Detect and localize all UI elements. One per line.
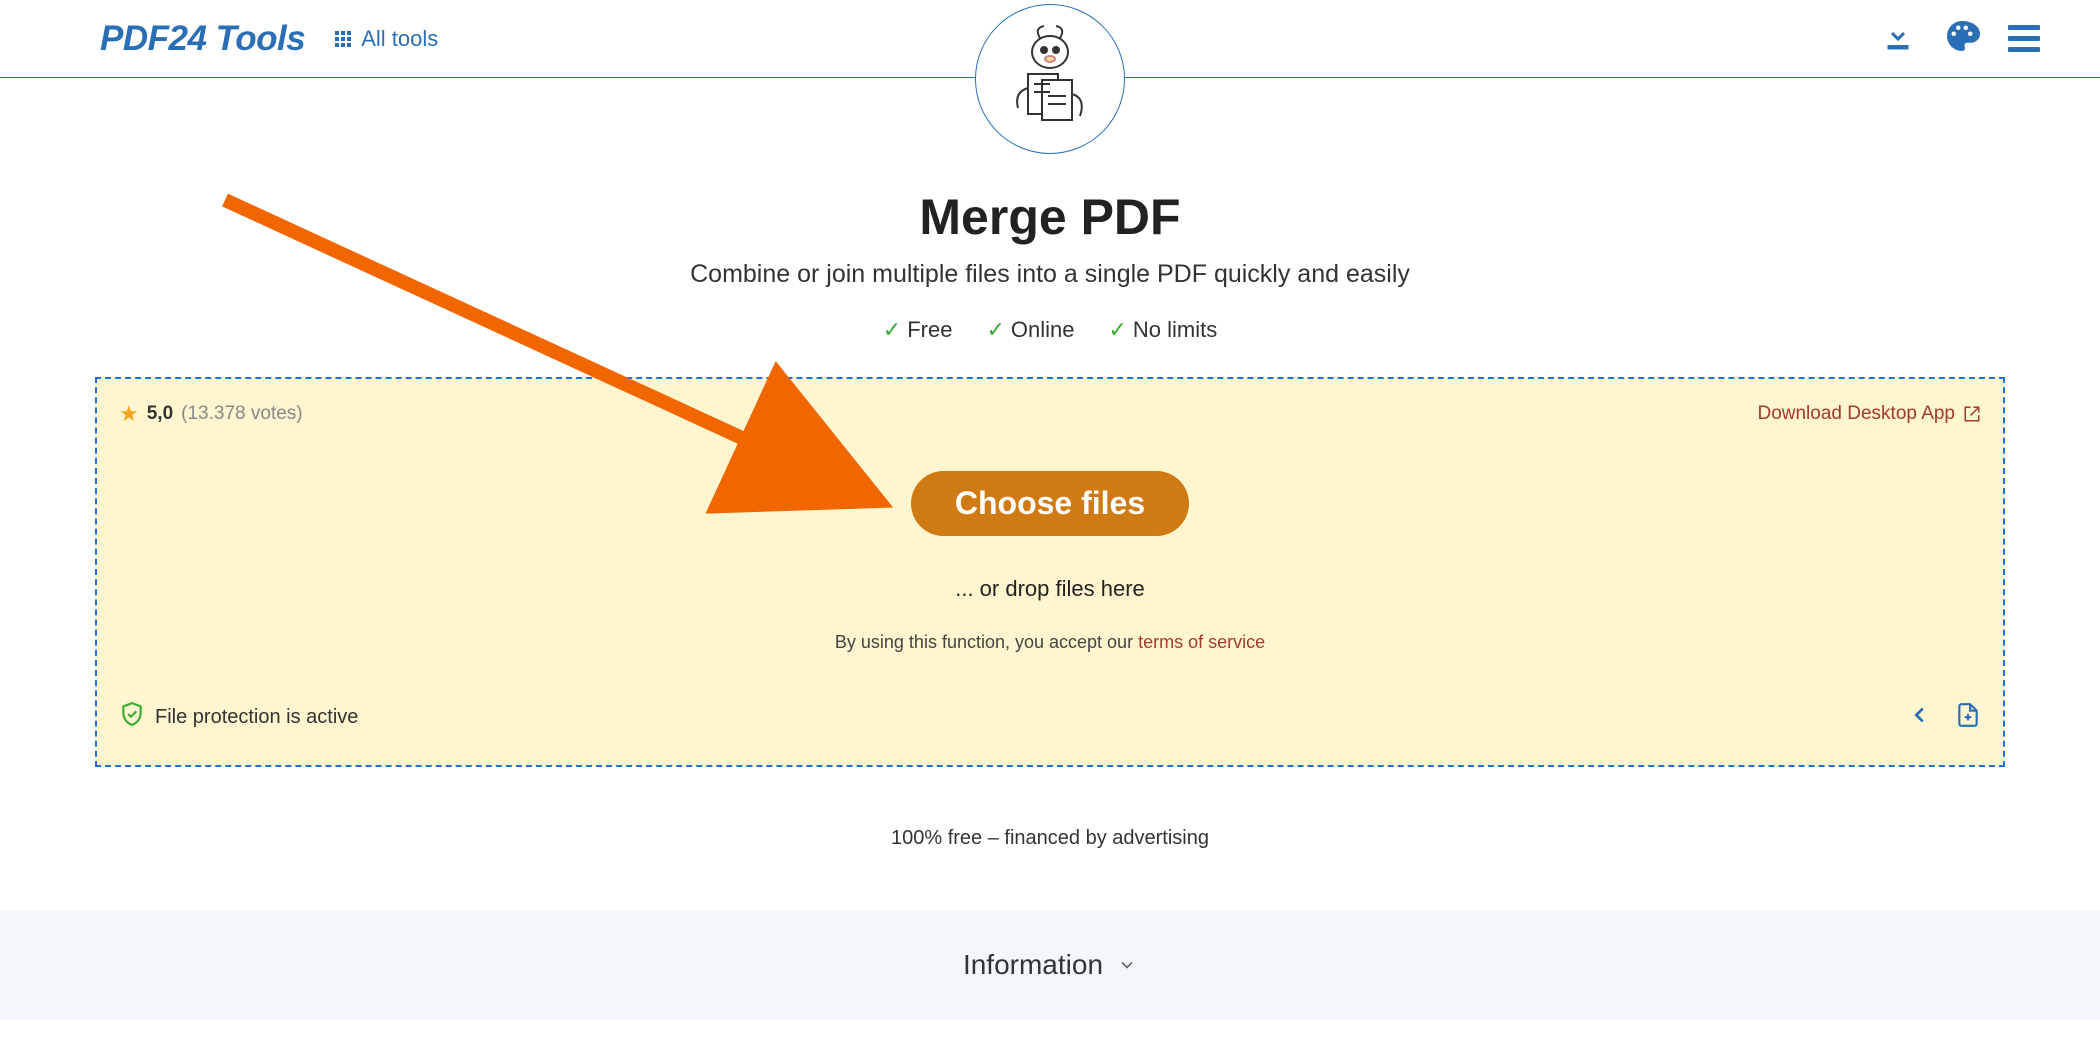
rating-votes: (13.378 votes): [181, 403, 302, 425]
check-icon: ✓: [883, 317, 901, 342]
rating[interactable]: ★ 5,0 (13.378 votes): [119, 401, 303, 427]
menu-icon[interactable]: [2008, 25, 2040, 52]
bullet-online: ✓Online: [986, 317, 1074, 343]
download-icon[interactable]: [1880, 18, 1916, 59]
header: PDF24 Tools All tools: [0, 0, 2100, 78]
palette-icon[interactable]: [1944, 18, 1980, 59]
grid-icon: [335, 31, 351, 47]
tos-link[interactable]: terms of service: [1138, 632, 1265, 652]
dropzone-wrapper: ★ 5,0 (13.378 votes) Download Desktop Ap…: [0, 343, 2100, 767]
bullet-free: ✓Free: [883, 317, 953, 343]
dropzone-center: Choose files ... or drop files here By u…: [119, 471, 1981, 653]
rating-score: 5,0: [147, 403, 173, 425]
file-dropzone[interactable]: ★ 5,0 (13.378 votes) Download Desktop Ap…: [95, 377, 2005, 767]
check-icon: ✓: [1108, 317, 1126, 342]
download-desktop-link[interactable]: Download Desktop App: [1757, 403, 1981, 425]
mascot-logo: [975, 4, 1125, 154]
dropzone-bottom-row: File protection is active: [119, 701, 1981, 733]
protection-label: File protection is active: [155, 706, 358, 729]
all-tools-link[interactable]: All tools: [335, 26, 438, 52]
tos-line: By using this function, you accept our t…: [119, 632, 1981, 653]
add-file-icon[interactable]: [1955, 702, 1981, 733]
chevron-down-icon: [1117, 955, 1137, 975]
information-label: Information: [963, 949, 1103, 981]
page-subtitle: Combine or join multiple files into a si…: [0, 260, 2100, 289]
page-title: Merge PDF: [0, 188, 2100, 246]
external-link-icon: [1963, 405, 1981, 423]
information-toggle[interactable]: Information: [0, 910, 2100, 1020]
bullet-nolimits: ✓No limits: [1108, 317, 1217, 343]
shield-icon: [119, 701, 145, 733]
drop-hint: ... or drop files here: [119, 576, 1981, 602]
dropzone-actions: [1909, 702, 1981, 733]
feature-bullets: ✓Free ✓Online ✓No limits: [0, 317, 2100, 343]
star-icon: ★: [119, 401, 139, 427]
all-tools-label: All tools: [361, 26, 438, 52]
ad-note: 100% free – financed by advertising: [0, 827, 2100, 850]
tos-prefix: By using this function, you accept our: [835, 632, 1138, 652]
choose-files-button[interactable]: Choose files: [911, 471, 1189, 536]
file-protection-status: File protection is active: [119, 701, 358, 733]
header-actions: [1880, 18, 2040, 59]
brand-logo[interactable]: PDF24 Tools: [100, 19, 305, 59]
dropzone-top-row: ★ 5,0 (13.378 votes) Download Desktop Ap…: [119, 401, 1981, 427]
chevron-left-icon[interactable]: [1909, 704, 1931, 731]
check-icon: ✓: [986, 317, 1004, 342]
desktop-link-label: Download Desktop App: [1757, 403, 1955, 425]
